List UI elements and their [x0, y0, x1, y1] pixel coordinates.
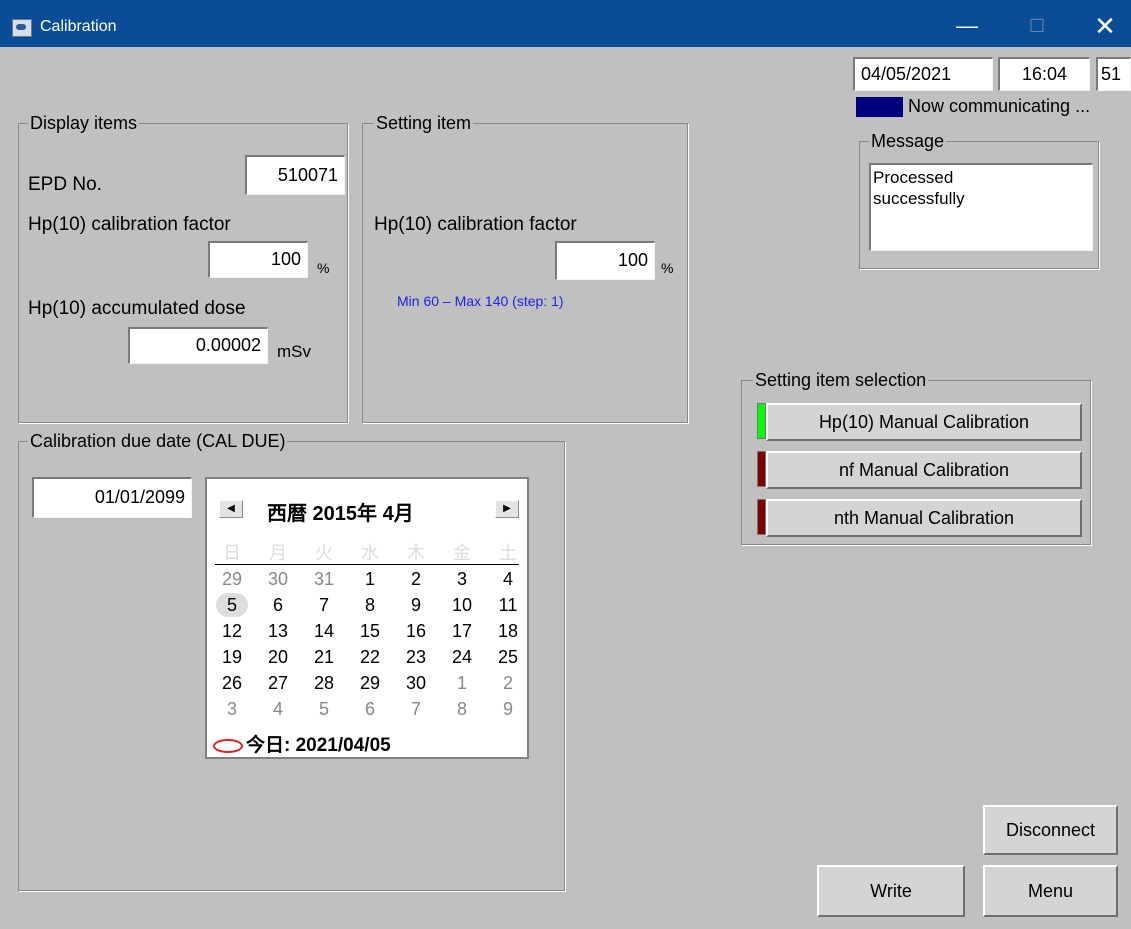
calendar-day[interactable]: 8 [354, 593, 386, 617]
accumulated-dose-field: 0.00002 [128, 327, 268, 364]
disconnect-button[interactable]: Disconnect [983, 805, 1118, 855]
calendar-day[interactable]: 10 [446, 593, 478, 617]
weekday-header: 水 [361, 543, 379, 563]
range-hint: Min 60 – Max 140 (step: 1) [397, 293, 564, 309]
calendar-day[interactable]: 21 [308, 645, 340, 669]
cal-due-legend: Calibration due date (CAL DUE) [28, 431, 288, 452]
nf-indicator [757, 451, 766, 487]
setting-selection-legend: Setting item selection [753, 370, 929, 391]
calendar-day[interactable]: 6 [262, 593, 294, 617]
calendar-day[interactable]: 7 [400, 697, 432, 721]
time-field: 16:04 [998, 57, 1090, 91]
weekday-header: 土 [499, 543, 517, 563]
today-circle-icon [213, 738, 243, 753]
hp10-manual-calibration-button[interactable]: Hp(10) Manual Calibration [766, 403, 1082, 441]
calendar-day[interactable]: 14 [308, 619, 340, 643]
calendar-day[interactable]: 16 [400, 619, 432, 643]
display-items-legend: Display items [28, 113, 140, 134]
month-calendar[interactable]: ◀ 西暦 2015年 4月 ▶ 日月火水木金土 29 30 31 1 2 3 4 5 6 7 8 9 1… [205, 477, 529, 759]
comm-status-text: Now communicating ... [908, 96, 1091, 116]
calendar-day[interactable]: 4 [492, 567, 524, 591]
weekday-header: 火 [315, 543, 333, 563]
calendar-day[interactable]: 28 [308, 671, 340, 695]
calendar-day[interactable]: 13 [262, 619, 294, 643]
calendar-day[interactable]: 5 [216, 593, 248, 617]
epd-no-field: 510071 [245, 155, 345, 195]
calendar-day[interactable]: 18 [492, 619, 524, 643]
weekday-header: 日 [223, 543, 241, 563]
weekday-header: 月 [269, 543, 287, 563]
calendar-day[interactable]: 1 [446, 671, 478, 695]
calendar-day[interactable]: 24 [446, 645, 478, 669]
date-field: 04/05/2021 [853, 57, 993, 91]
calendar-day[interactable]: 22 [354, 645, 386, 669]
cal-due-date-input[interactable]: 01/01/2099 [32, 477, 192, 518]
calendar-day[interactable]: 20 [262, 645, 294, 669]
calendar-day[interactable]: 7 [308, 593, 340, 617]
epd-no-label: EPD No. [28, 174, 102, 195]
display-cal-factor-field: 100 [208, 241, 308, 278]
calendar-day[interactable]: 6 [354, 697, 386, 721]
calendar-day[interactable]: 29 [354, 671, 386, 695]
previous-month-button[interactable]: ◀ [219, 500, 243, 518]
today-link[interactable]: 今日: 2021/04/05 [213, 730, 391, 757]
calendar-day[interactable]: 25 [492, 645, 524, 669]
calendar-day[interactable]: 12 [216, 619, 248, 643]
seconds-field: 51 [1096, 57, 1131, 91]
setting-cal-factor-label: Hp(10) calibration factor [374, 214, 577, 235]
display-cal-factor-label: Hp(10) calibration factor [28, 214, 231, 235]
next-month-button[interactable]: ▶ [495, 500, 519, 518]
calendar-day[interactable]: 9 [400, 593, 432, 617]
weekday-header: 金 [453, 543, 471, 563]
calendar-day[interactable]: 11 [492, 593, 524, 617]
calendar-day[interactable]: 29 [216, 567, 248, 591]
title-bar: Calibration — ☐ ✕ [0, 0, 1131, 47]
calendar-day[interactable]: 15 [354, 619, 386, 643]
calendar-day[interactable]: 3 [446, 567, 478, 591]
calendar-day[interactable]: 17 [446, 619, 478, 643]
calendar-month-title[interactable]: 西暦 2015年 4月 [267, 497, 414, 526]
close-button[interactable]: ✕ [1082, 8, 1128, 44]
calendar-day[interactable]: 1 [354, 567, 386, 591]
calendar-day[interactable]: 2 [492, 671, 524, 695]
window-title: Calibration [40, 18, 117, 35]
accumulated-dose-unit: mSv [277, 342, 311, 361]
message-box: Processed successfully [869, 163, 1093, 251]
comm-status-indicator [856, 97, 903, 117]
calendar-day[interactable]: 27 [262, 671, 294, 695]
weekday-header: 木 [407, 543, 425, 563]
calendar-day[interactable]: 19 [216, 645, 248, 669]
calendar-day[interactable]: 3 [216, 697, 248, 721]
calendar-day[interactable]: 23 [400, 645, 432, 669]
setting-cal-factor-unit: % [661, 260, 674, 276]
nf-manual-calibration-button[interactable]: nf Manual Calibration [766, 451, 1082, 489]
display-cal-factor-unit: % [317, 260, 330, 276]
nth-indicator [757, 499, 766, 535]
setting-cal-factor-input[interactable]: 100 [555, 241, 655, 280]
calendar-header: ◀ 西暦 2015年 4月 ▶ [207, 479, 527, 539]
calendar-divider [215, 564, 519, 565]
setting-item-legend: Setting item [374, 113, 474, 134]
calendar-day[interactable]: 30 [262, 567, 294, 591]
accumulated-dose-label: Hp(10) accumulated dose [28, 298, 246, 319]
hp10-indicator [757, 403, 766, 439]
calendar-day[interactable]: 2 [400, 567, 432, 591]
calendar-day[interactable]: 26 [216, 671, 248, 695]
message-legend: Message [869, 131, 947, 152]
minimize-button[interactable]: — [944, 8, 990, 44]
nth-manual-calibration-button[interactable]: nth Manual Calibration [766, 499, 1082, 537]
calendar-day[interactable]: 31 [308, 567, 340, 591]
calendar-day[interactable]: 4 [262, 697, 294, 721]
write-button[interactable]: Write [817, 865, 965, 917]
app-icon [12, 19, 32, 37]
calendar-day[interactable]: 9 [492, 697, 524, 721]
maximize-button[interactable]: ☐ [1014, 8, 1060, 44]
calendar-day[interactable]: 30 [400, 671, 432, 695]
menu-button[interactable]: Menu [983, 865, 1118, 917]
calendar-day[interactable]: 8 [446, 697, 478, 721]
today-label: 今日: 2021/04/05 [246, 735, 391, 756]
calendar-day[interactable]: 5 [308, 697, 340, 721]
